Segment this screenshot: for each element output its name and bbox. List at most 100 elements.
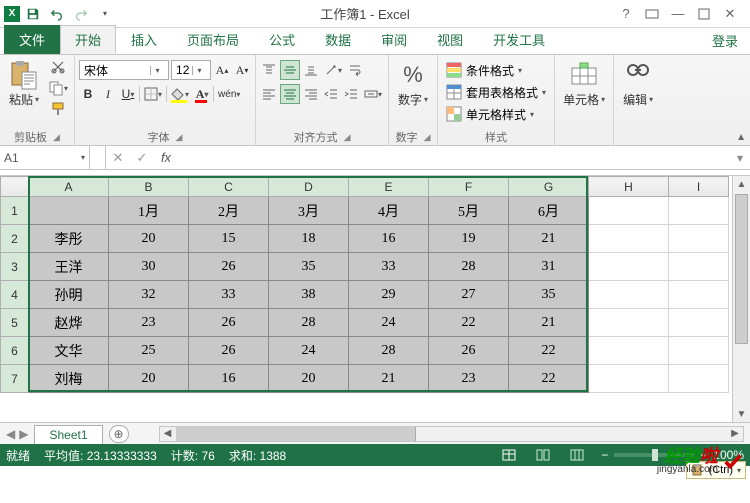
- minimize-icon[interactable]: —: [666, 3, 690, 25]
- cell[interactable]: 33: [189, 281, 269, 309]
- cell[interactable]: 20: [109, 225, 189, 253]
- alignment-dialog-icon[interactable]: ◢: [344, 132, 351, 143]
- tab-home[interactable]: 开始: [60, 25, 116, 54]
- cell[interactable]: 33: [349, 253, 429, 281]
- spreadsheet-grid[interactable]: ABCDEFGHI11月2月3月4月5月6月2李彤2015181619213王洋…: [0, 176, 750, 422]
- cell[interactable]: 29: [349, 281, 429, 309]
- font-name-input[interactable]: 宋体▾: [79, 60, 169, 80]
- cell[interactable]: 32: [109, 281, 189, 309]
- cell[interactable]: 35: [269, 253, 349, 281]
- redo-icon[interactable]: [70, 3, 92, 25]
- column-header[interactable]: E: [349, 177, 429, 197]
- cell[interactable]: 31: [509, 253, 589, 281]
- align-top-icon[interactable]: [260, 60, 278, 80]
- tab-formulas[interactable]: 公式: [254, 25, 310, 54]
- tab-developer[interactable]: 开发工具: [478, 25, 560, 54]
- maximize-icon[interactable]: [692, 3, 716, 25]
- cell[interactable]: [669, 337, 729, 365]
- editing-button[interactable]: 编辑▾: [618, 57, 658, 129]
- cell[interactable]: [669, 253, 729, 281]
- zoom-out-icon[interactable]: −: [601, 448, 608, 462]
- cells-button[interactable]: 单元格▾: [559, 57, 609, 129]
- select-all-corner[interactable]: [1, 177, 29, 197]
- cell[interactable]: 1月: [109, 197, 189, 225]
- underline-button[interactable]: U▾: [119, 84, 137, 104]
- cell[interactable]: [589, 253, 669, 281]
- merge-center-icon[interactable]: ▾: [362, 84, 384, 104]
- cell[interactable]: [589, 365, 669, 393]
- collapse-ribbon-icon[interactable]: ▲: [736, 132, 746, 143]
- cell[interactable]: [589, 309, 669, 337]
- sheet-tab-1[interactable]: Sheet1: [34, 425, 102, 444]
- cell[interactable]: 2月: [189, 197, 269, 225]
- page-break-view-icon[interactable]: [567, 447, 587, 463]
- cell[interactable]: 35: [509, 281, 589, 309]
- fill-color-button[interactable]: ▾: [169, 84, 191, 104]
- cell[interactable]: 24: [349, 309, 429, 337]
- row-header[interactable]: 3: [1, 253, 29, 281]
- format-as-table-button[interactable]: 套用表格格式▾: [442, 81, 550, 103]
- increase-font-icon[interactable]: A▴: [213, 60, 231, 80]
- tab-page-layout[interactable]: 页面布局: [172, 25, 254, 54]
- row-header[interactable]: 6: [1, 337, 29, 365]
- ribbon-display-icon[interactable]: [640, 3, 664, 25]
- decrease-indent-icon[interactable]: [322, 84, 340, 104]
- fx-icon[interactable]: fx: [154, 146, 178, 169]
- column-header[interactable]: I: [669, 177, 729, 197]
- sheet-nav-prev-icon[interactable]: ◀: [6, 427, 15, 441]
- cell[interactable]: 15: [189, 225, 269, 253]
- border-button[interactable]: ▾: [142, 84, 164, 104]
- tab-view[interactable]: 视图: [422, 25, 478, 54]
- cell[interactable]: 文华: [29, 337, 109, 365]
- horizontal-scrollbar[interactable]: ◀ ▶: [159, 426, 744, 442]
- zoom-level[interactable]: 100%: [713, 448, 744, 462]
- scroll-down-icon[interactable]: ▼: [733, 406, 750, 422]
- cell[interactable]: 24: [269, 337, 349, 365]
- decrease-font-icon[interactable]: A▾: [233, 60, 251, 80]
- scroll-left-icon[interactable]: ◀: [160, 427, 176, 441]
- cell[interactable]: 21: [509, 225, 589, 253]
- tab-data[interactable]: 数据: [310, 25, 366, 54]
- font-dialog-icon[interactable]: ◢: [176, 132, 183, 143]
- tab-insert[interactable]: 插入: [116, 25, 172, 54]
- column-header[interactable]: A: [29, 177, 109, 197]
- cell[interactable]: [669, 309, 729, 337]
- cut-icon[interactable]: [48, 57, 68, 77]
- clipboard-dialog-icon[interactable]: ◢: [53, 132, 60, 143]
- cell[interactable]: 23: [109, 309, 189, 337]
- paste-options-button[interactable]: (Ctrl) ▾: [686, 461, 746, 479]
- cell[interactable]: 3月: [269, 197, 349, 225]
- scroll-up-icon[interactable]: ▲: [733, 176, 750, 192]
- close-icon[interactable]: ✕: [718, 3, 742, 25]
- cell[interactable]: 25: [109, 337, 189, 365]
- cell[interactable]: 30: [109, 253, 189, 281]
- cell[interactable]: [589, 225, 669, 253]
- align-right-icon[interactable]: [302, 84, 320, 104]
- cell[interactable]: 19: [429, 225, 509, 253]
- copy-icon[interactable]: ▾: [46, 78, 70, 98]
- cell[interactable]: 28: [269, 309, 349, 337]
- bold-button[interactable]: B: [79, 84, 97, 104]
- phonetic-button[interactable]: wén▾: [216, 84, 242, 104]
- cell[interactable]: 赵烨: [29, 309, 109, 337]
- cell[interactable]: [669, 197, 729, 225]
- format-painter-icon[interactable]: [48, 99, 68, 119]
- vscroll-thumb[interactable]: [735, 194, 748, 344]
- name-box[interactable]: A1▾: [0, 146, 90, 169]
- tab-file[interactable]: 文件: [4, 25, 60, 54]
- hscroll-thumb[interactable]: [176, 427, 416, 441]
- cell[interactable]: 5月: [429, 197, 509, 225]
- undo-icon[interactable]: [46, 3, 68, 25]
- cell[interactable]: 21: [509, 309, 589, 337]
- cell[interactable]: [29, 197, 109, 225]
- cell[interactable]: 38: [269, 281, 349, 309]
- save-icon[interactable]: [22, 3, 44, 25]
- column-header[interactable]: C: [189, 177, 269, 197]
- cell[interactable]: [669, 281, 729, 309]
- row-header[interactable]: 7: [1, 365, 29, 393]
- column-header[interactable]: F: [429, 177, 509, 197]
- zoom-slider[interactable]: [614, 453, 694, 457]
- font-color-button[interactable]: A▾: [193, 84, 211, 104]
- cell[interactable]: 26: [189, 309, 269, 337]
- column-header[interactable]: H: [589, 177, 669, 197]
